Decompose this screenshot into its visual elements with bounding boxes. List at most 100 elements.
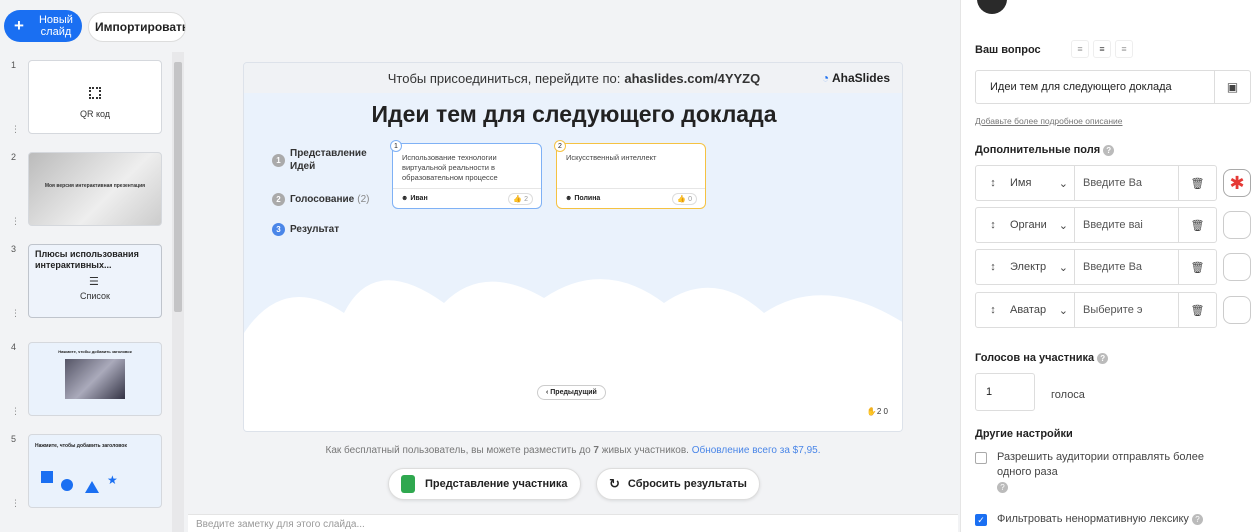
align-center-icon[interactable]: ≡ xyxy=(1093,40,1111,58)
step-2[interactable]: 2 Голосование (2) xyxy=(272,193,369,206)
required-toggle[interactable] xyxy=(1223,296,1251,324)
idea-card-1[interactable]: 1 Использование технологии виртуальной р… xyxy=(390,140,542,209)
participant-view-button[interactable]: Представление участника xyxy=(388,468,581,500)
profanity-filter-label: Фильтровать ненормативную лексику ? xyxy=(997,512,1203,527)
align-right-icon[interactable]: ≡ xyxy=(1115,40,1133,58)
field-placeholder-input[interactable]: Введите Ва xyxy=(1074,166,1178,200)
question-input[interactable]: Идеи тем для следующего доклада ▣ xyxy=(975,70,1251,104)
slide-thumbnail[interactable]: Моя версия интерактивная презентация xyxy=(28,152,162,226)
field-placeholder-input[interactable]: Введите Ва xyxy=(1074,250,1178,284)
free-user-note: Как бесплатный пользователь, вы можете р… xyxy=(188,445,958,456)
avatar[interactable] xyxy=(977,0,1007,14)
square-shape xyxy=(41,471,53,483)
participant-view-label: Представление участника xyxy=(425,478,568,490)
trash-icon[interactable]: 🗑 xyxy=(1178,166,1216,200)
drag-icon[interactable]: ↕ xyxy=(976,261,1010,273)
multi-submit-checkbox[interactable] xyxy=(975,452,987,464)
join-url: ahaslides.com/4YYZQ xyxy=(624,70,761,86)
votes-input[interactable]: 1 xyxy=(975,373,1035,411)
drag-icon[interactable]: ↕ xyxy=(976,304,1010,316)
slide-label: Нажмите, чтобы добавить заголовок xyxy=(35,443,127,449)
phone-icon xyxy=(401,475,415,493)
slide-number: 2 xyxy=(11,152,17,162)
card-text: Использование технологии виртуальной реа… xyxy=(402,153,498,182)
qr-icon xyxy=(89,87,101,99)
help-icon[interactable]: ? xyxy=(1097,352,1109,364)
slide-preview: Чтобы присоединиться, перейдите по: ahas… xyxy=(243,62,903,432)
step-1[interactable]: 1 Представление Идей xyxy=(272,147,370,173)
question-label: Ваш вопрос xyxy=(975,44,1041,56)
step-number: 2 xyxy=(272,193,285,206)
field-placeholder-input[interactable]: Выберите э xyxy=(1074,293,1178,327)
drag-icon[interactable]: ↕ xyxy=(976,219,1010,231)
upgrade-link[interactable]: Обновление всего за $7,95. xyxy=(692,445,821,456)
chevron-down-icon: ⌄ xyxy=(1058,177,1068,190)
align-left-icon[interactable]: ≡ xyxy=(1071,40,1089,58)
note-count: 7 xyxy=(593,445,599,456)
slide-sublabel: Список xyxy=(80,291,110,301)
add-description-link[interactable]: Добавьте более подробное описание xyxy=(975,116,1123,126)
help-icon[interactable]: ? xyxy=(997,481,1008,493)
multi-submit-label: Разрешить аудитории отправлять более одн… xyxy=(997,451,1204,493)
slide-thumbnail[interactable]: Нажмите, чтобы добавить заголовок ★ xyxy=(28,434,162,508)
chevron-down-icon: ⌄ xyxy=(1058,219,1068,232)
slide-thumbnail[interactable]: Нажмите, чтобы добавить заголовок xyxy=(28,342,162,416)
new-slide-label: Новый слайд xyxy=(38,14,73,38)
drag-handle-icon[interactable]: ⋮ xyxy=(11,216,20,227)
slide-label: QR код xyxy=(79,109,111,119)
reset-results-button[interactable]: ↻ Сбросить результаты xyxy=(596,468,760,500)
triangle-shape xyxy=(85,481,99,493)
text-align-group: ≡ ≡ ≡ xyxy=(1071,40,1133,58)
drag-icon[interactable]: ↕ xyxy=(976,177,1010,189)
required-toggle[interactable]: ✱ xyxy=(1223,169,1251,197)
field-type-select[interactable]: Аватар ⌄ xyxy=(1010,304,1074,317)
card-author: ☻ Полина xyxy=(565,195,601,202)
previous-button[interactable]: ‹ Предыдущий xyxy=(537,385,606,400)
profanity-filter-checkbox[interactable]: ✓ xyxy=(975,514,987,526)
slide-number: 4 xyxy=(11,342,17,352)
card-index: 1 xyxy=(390,140,402,152)
slide-label: Нажмите, чтобы добавить заголовок xyxy=(58,349,132,354)
join-text: Чтобы присоединиться, перейдите по: xyxy=(387,70,621,86)
trash-icon[interactable]: 🗑 xyxy=(1178,208,1216,242)
star-shape: ★ xyxy=(107,473,118,487)
idea-card-2[interactable]: 2 Искусственный интеллект ☻ Полина 👍 0 xyxy=(554,140,706,209)
slide-list-scrollbar[interactable] xyxy=(172,52,184,532)
like-count[interactable]: 👍 0 xyxy=(672,192,697,205)
slide-thumbnail[interactable]: Плюсы использования интерактивных... ☰ С… xyxy=(28,244,162,318)
card-index: 2 xyxy=(554,140,566,152)
required-toggle[interactable] xyxy=(1223,211,1251,239)
step-label: Представление Идей xyxy=(290,148,367,172)
slide-notes-input[interactable]: Введите заметку для этого слайда... xyxy=(188,514,958,532)
new-slide-button[interactable]: + Новый слайд xyxy=(4,10,82,42)
trash-icon[interactable]: 🗑 xyxy=(1178,250,1216,284)
field-type-select[interactable]: Электр ⌄ xyxy=(1010,261,1074,274)
step-3[interactable]: 3 Результат xyxy=(272,223,339,236)
step-number: 1 xyxy=(272,153,285,167)
help-icon[interactable]: ? xyxy=(1191,513,1203,525)
required-toggle[interactable] xyxy=(1223,253,1251,281)
drag-handle-icon[interactable]: ⋮ xyxy=(11,498,20,509)
other-settings-label: Другие настройки xyxy=(975,428,1073,440)
field-type-select[interactable]: Органи ⌄ xyxy=(1010,219,1074,232)
drag-handle-icon[interactable]: ⋮ xyxy=(11,406,20,417)
card-text: Искусственный интеллект xyxy=(566,153,657,162)
field-type-select[interactable]: Имя ⌄ xyxy=(1010,177,1074,190)
scrollbar-thumb[interactable] xyxy=(174,62,182,312)
card-footer: ☻ Иван 👍 2 xyxy=(393,188,541,208)
field-placeholder-input[interactable]: Введите ваі xyxy=(1074,208,1178,242)
like-count[interactable]: 👍 2 xyxy=(508,192,533,205)
drag-handle-icon[interactable]: ⋮ xyxy=(11,124,20,135)
slide-label: Плюсы использования интерактивных... xyxy=(35,249,139,270)
image-icon[interactable]: ▣ xyxy=(1214,71,1250,103)
slide-thumbnail[interactable]: QR код xyxy=(28,60,162,134)
help-icon[interactable]: ? xyxy=(1103,144,1115,156)
slide-list: 1 ⋮ QR код 2 ⋮ Моя версия интерактивная … xyxy=(0,52,172,532)
question-value: Идеи тем для следующего доклада xyxy=(990,81,1172,93)
import-button[interactable]: Импортировать xyxy=(88,12,186,42)
drag-handle-icon[interactable]: ⋮ xyxy=(11,308,20,319)
votes-unit: голоса xyxy=(1051,389,1085,401)
slide-number: 3 xyxy=(11,244,17,254)
trash-icon[interactable]: 🗑 xyxy=(1178,293,1216,327)
ahaslides-logo: ◔ AhaSlides xyxy=(822,71,890,85)
